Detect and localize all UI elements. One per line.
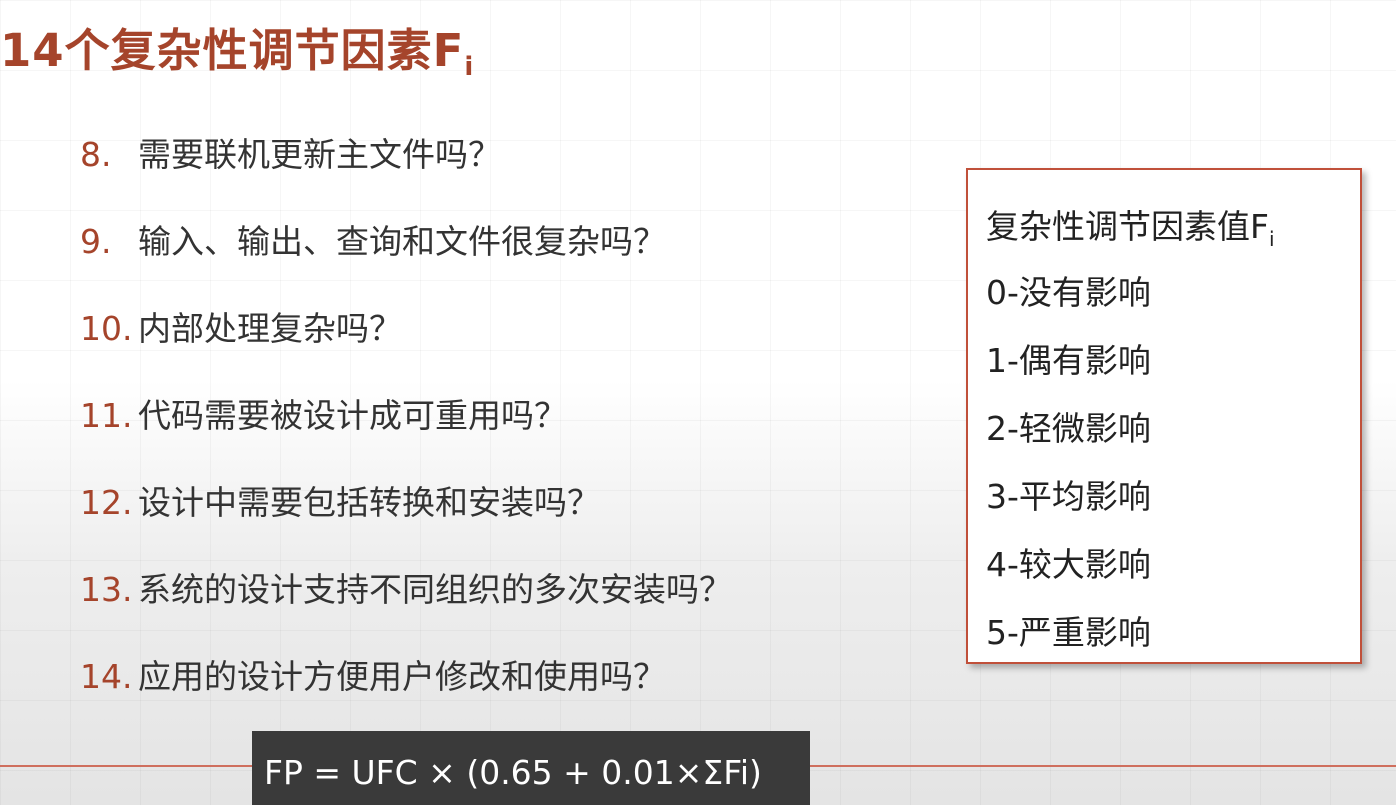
legend-item: 5-严重影响 [986, 613, 1151, 652]
legend-item: 3-平均影响 [986, 477, 1151, 516]
question-text: 需要联机更新主文件吗？ [138, 135, 501, 174]
legend-item: 4-较大影响 [986, 545, 1151, 584]
question-item: 14. 应用的设计方便用户修改和使用吗？ [80, 650, 732, 737]
legend-item: 2-轻微影响 [986, 409, 1151, 448]
legend-title: 复杂性调节因素值Fi [986, 200, 1275, 251]
question-item: 12. 设计中需要包括转换和安装吗？ [80, 476, 732, 563]
question-item: 9. 输入、输出、查询和文件很复杂吗？ [80, 215, 732, 302]
question-number: 13. [80, 570, 133, 609]
question-text: 应用的设计方便用户修改和使用吗？ [138, 657, 666, 696]
question-number: 11. [80, 396, 133, 435]
formula-bar: FP = UFC × (0.65 + 0.01×ΣFi) [252, 731, 810, 805]
formula-text: FP = UFC × (0.65 + 0.01×ΣFi) [264, 753, 762, 792]
question-item: 11. 代码需要被设计成可重用吗？ [80, 389, 732, 476]
legend-item: 0-没有影响 [986, 273, 1151, 312]
question-text: 系统的设计支持不同组织的多次安装吗？ [138, 570, 732, 609]
question-number: 14. [80, 657, 133, 696]
question-item: 8. 需要联机更新主文件吗？ [80, 128, 732, 215]
factor-value-legend: 复杂性调节因素值Fi 0-没有影响 1-偶有影响 2-轻微影响 3-平均影响 4… [966, 168, 1362, 664]
legend-item: 1-偶有影响 [986, 341, 1151, 380]
legend-title-subscript: i [1268, 227, 1275, 251]
question-number: 12. [80, 483, 133, 522]
slide-title-subscript: i [464, 52, 475, 82]
question-text: 设计中需要包括转换和安装吗？ [138, 483, 600, 522]
question-number: 8. [80, 135, 112, 174]
question-number: 9. [80, 222, 112, 261]
question-text: 输入、输出、查询和文件很复杂吗？ [138, 222, 666, 261]
slide-title-text: 14个复杂性调节因素F [0, 24, 465, 77]
question-item: 13. 系统的设计支持不同组织的多次安装吗？ [80, 563, 732, 650]
question-list: 8. 需要联机更新主文件吗？ 9. 输入、输出、查询和文件很复杂吗？ 10. 内部处理… [80, 128, 732, 737]
legend-items: 0-没有影响 1-偶有影响 2-轻微影响 3-平均影响 4-较大影响 5-严重影… [986, 266, 1151, 674]
question-text: 代码需要被设计成可重用吗？ [138, 396, 567, 435]
question-item: 10. 内部处理复杂吗？ [80, 302, 732, 389]
question-number: 10. [80, 309, 133, 348]
slide-title: 14个复杂性调节因素Fi [0, 14, 474, 82]
legend-title-text: 复杂性调节因素值F [986, 207, 1269, 246]
divider-line-right [810, 765, 1396, 767]
question-text: 内部处理复杂吗？ [138, 309, 402, 348]
divider-line-left [0, 765, 252, 767]
